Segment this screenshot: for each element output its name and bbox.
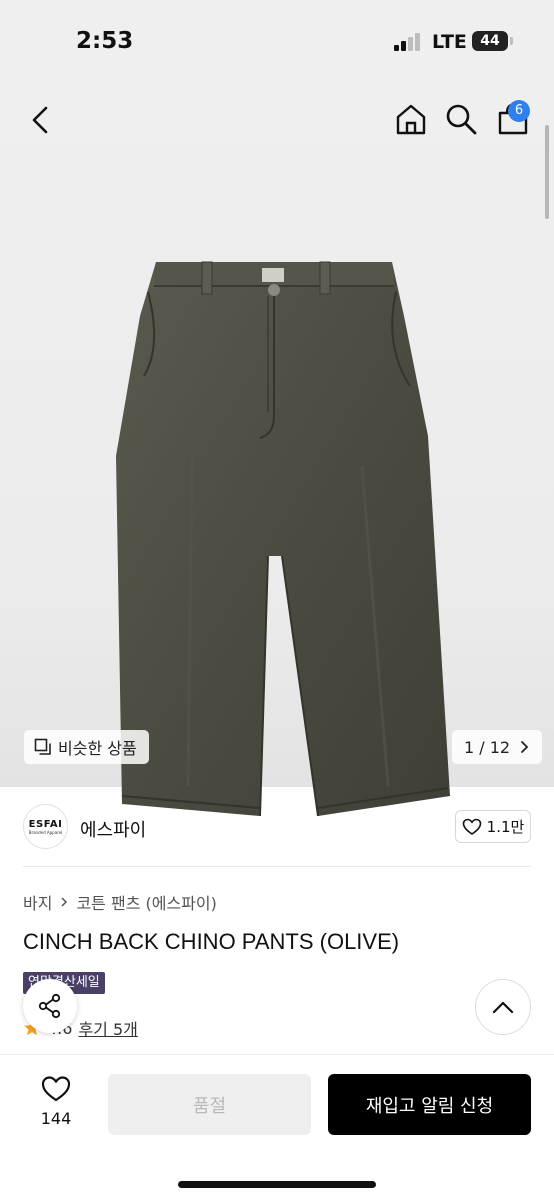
status-time: 2:53	[76, 28, 134, 54]
home-indicator	[178, 1181, 376, 1188]
brand-logo[interactable]: ESFAI Branded Apparel	[23, 804, 68, 849]
brand-logo-subtext: Branded Apparel	[28, 830, 63, 835]
share-button[interactable]	[23, 979, 77, 1033]
share-icon	[38, 993, 61, 1019]
similar-products-label: 비슷한 상품	[58, 739, 137, 758]
network-type: LTE	[432, 31, 467, 53]
soldout-button: 품절	[108, 1074, 311, 1135]
search-icon[interactable]	[444, 102, 478, 136]
battery-level: 44	[480, 33, 500, 49]
chevron-up-icon	[492, 1001, 514, 1014]
heart-icon	[462, 818, 481, 835]
product-title: CINCH BACK CHINO PANTS (OLIVE)	[23, 929, 400, 954]
brand-like-count: 1.1만	[486, 818, 525, 836]
signal-icon	[394, 33, 424, 51]
image-pager-text: 1 / 12	[464, 737, 511, 757]
brand-name[interactable]: 에스파이	[80, 816, 146, 842]
wishlist-count: 144	[40, 1109, 72, 1128]
breadcrumb-item-subcategory[interactable]: 코튼 팬츠 (에스파이)	[76, 890, 216, 914]
wishlist-button[interactable]: 144	[30, 1075, 82, 1135]
similar-products-button[interactable]: 비슷한 상품	[24, 730, 149, 764]
cart-count-badge: 6	[508, 100, 530, 122]
breadcrumb-item-category[interactable]: 바지	[23, 890, 52, 914]
image-pager[interactable]: 1 / 12	[452, 730, 543, 764]
bottom-action-bar: 144 품절 재입고 알림 신청	[0, 1054, 554, 1200]
status-bar: 2:53 LTE 44	[0, 0, 554, 84]
back-icon[interactable]	[26, 104, 54, 136]
reviews-link[interactable]: 후기 5개	[78, 1016, 137, 1040]
brand-row[interactable]: ESFAI Branded Apparel 에스파이 1.1만	[0, 800, 554, 852]
divider	[23, 866, 531, 867]
scroll-indicator	[545, 125, 549, 219]
home-icon[interactable]	[394, 102, 428, 136]
brand-logo-text: ESFAI	[28, 819, 63, 830]
battery-icon: 44	[472, 31, 508, 51]
scroll-top-button[interactable]	[475, 979, 531, 1035]
heart-icon	[41, 1076, 71, 1102]
chevron-right-icon	[521, 741, 529, 753]
breadcrumb: 바지 코튼 팬츠 (에스파이)	[23, 890, 217, 914]
restock-alert-button[interactable]: 재입고 알림 신청	[328, 1074, 531, 1135]
similar-icon	[34, 738, 51, 755]
chevron-right-icon	[61, 897, 68, 907]
brand-like-button[interactable]: 1.1만	[455, 810, 531, 843]
product-image-area[interactable]	[0, 84, 554, 817]
battery-nub	[510, 37, 513, 45]
